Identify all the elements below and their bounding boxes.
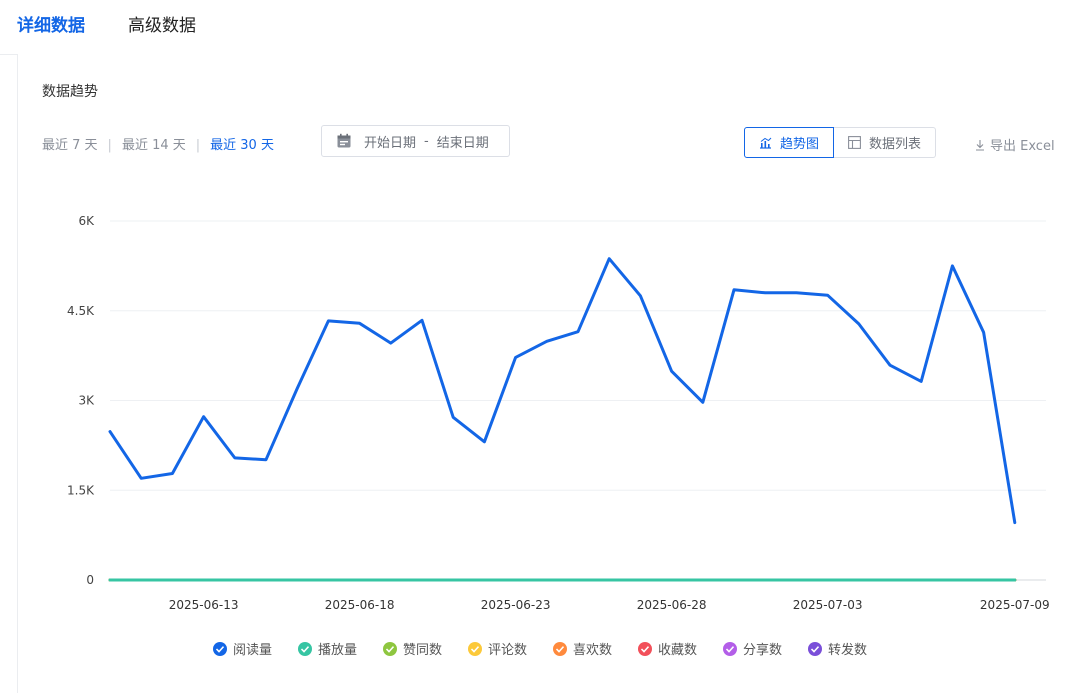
legend-item[interactable]: 赞同数 [383,642,442,658]
legend-check-icon [468,642,482,656]
legend-item[interactable]: 收藏数 [638,642,697,658]
legend-item[interactable]: 播放量 [298,642,357,658]
y-tick-label: 0 [86,573,94,587]
legend-item[interactable]: 转发数 [808,642,867,658]
legend-label: 转发数 [828,642,867,658]
legend-label: 收藏数 [658,643,697,658]
x-tick-label: 2025-07-09 [980,598,1050,612]
x-tick-label: 2025-06-18 [325,598,395,612]
legend-label: 赞同数 [403,643,442,658]
legend-label: 评论数 [488,643,527,658]
x-tick-label: 2025-06-28 [637,598,707,612]
x-tick-label: 2025-06-13 [169,598,239,612]
y-tick-label: 1.5K [67,483,95,497]
y-tick-label: 3K [78,394,95,408]
legend-check-icon [213,642,227,656]
legend-label: 分享数 [743,642,782,658]
x-tick-label: 2025-06-23 [481,598,551,612]
x-tick-label: 2025-07-03 [793,598,863,612]
trend-chart: 0 1.5K 3K 4.5K 6K 2025-06-13 2025-06-18 2025-06… [67,214,1050,658]
legend-check-icon [808,642,822,656]
legend-label: 播放量 [318,643,357,658]
legend-label: 喜欢数 [573,643,612,658]
legend-item[interactable]: 评论数 [468,642,527,658]
legend-check-icon [553,642,567,656]
legend-check-icon [638,642,652,656]
legend-item[interactable]: 喜欢数 [553,642,612,658]
legend-check-icon [298,642,312,656]
legend-label: 阅读量 [233,643,272,658]
legend-item[interactable]: 分享数 [723,642,782,658]
legend-check-icon [723,642,737,656]
y-tick-label: 4.5K [67,304,95,318]
y-tick-label: 6K [78,214,95,228]
legend-item[interactable]: 阅读量 [213,642,272,658]
legend-check-icon [383,642,397,656]
series-line [108,257,1017,525]
